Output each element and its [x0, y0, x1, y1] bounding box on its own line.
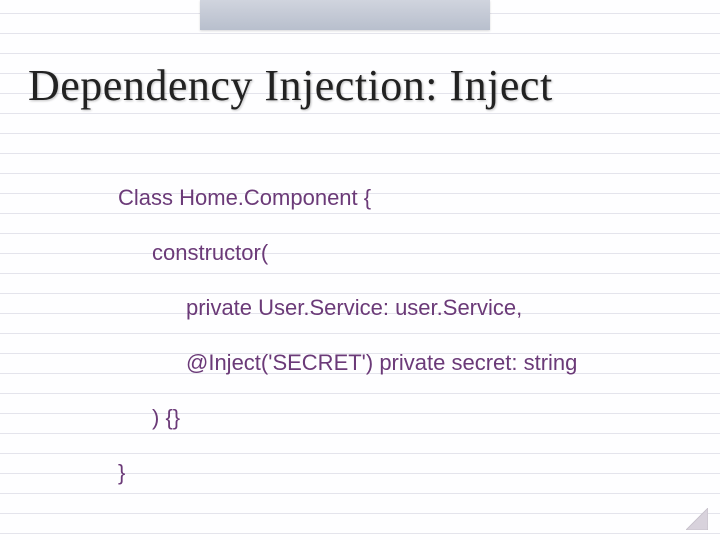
code-line-4: @Inject('SECRET') private secret: string [118, 335, 577, 390]
page-curl-icon [686, 508, 708, 530]
slide-title: Dependency Injection: Inject [28, 60, 553, 111]
code-line-6: } [118, 445, 577, 500]
code-line-2: constructor( [118, 225, 577, 280]
top-accent-bar [200, 0, 490, 30]
code-line-5: ) {} [118, 390, 577, 445]
code-line-1: Class Home.Component { [118, 170, 577, 225]
code-line-3: private User.Service: user.Service, [118, 280, 577, 335]
code-block: Class Home.Component { constructor( priv… [118, 170, 577, 500]
